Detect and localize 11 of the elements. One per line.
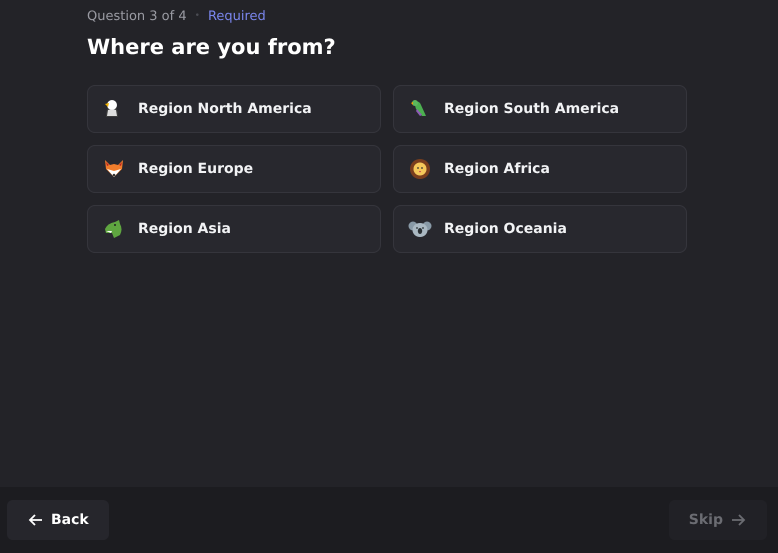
region-option[interactable]: Region Africa (393, 145, 687, 193)
lion-icon (408, 157, 432, 181)
region-option[interactable]: Region Asia (87, 205, 381, 253)
question-title: Where are you from? (87, 35, 337, 61)
region-option[interactable]: Region South America (393, 85, 687, 133)
region-option[interactable]: Region Oceania (393, 205, 687, 253)
region-option[interactable]: Region North America (87, 85, 381, 133)
back-button[interactable]: Back (7, 500, 109, 540)
region-option[interactable]: Region Europe (87, 145, 381, 193)
required-label: Required (208, 8, 266, 24)
separator-dot: • (194, 11, 200, 21)
